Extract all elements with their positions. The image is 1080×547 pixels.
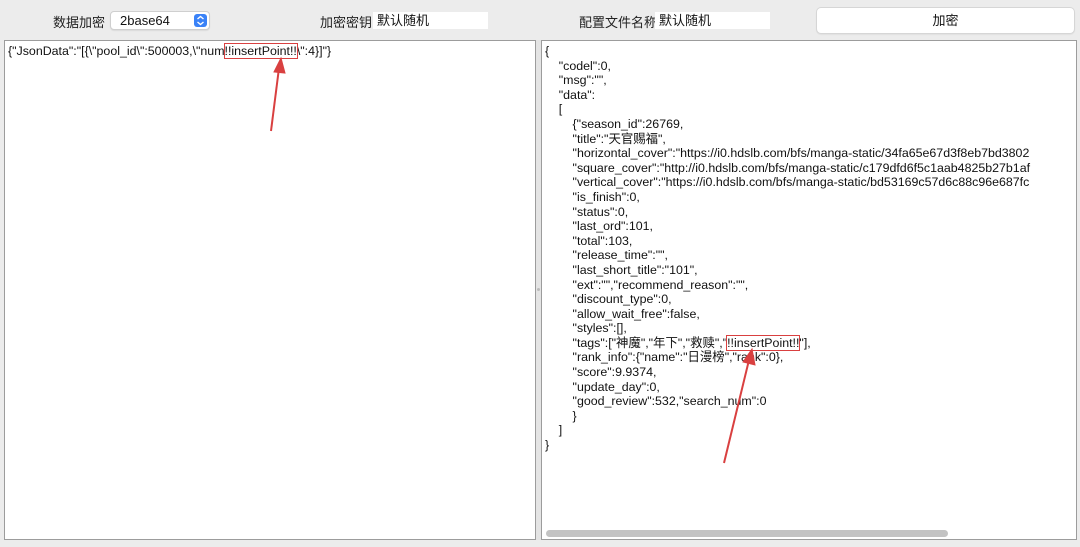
arrow-right bbox=[723, 347, 756, 464]
annotation-arrows bbox=[270, 56, 756, 464]
arrow-left bbox=[270, 56, 286, 132]
